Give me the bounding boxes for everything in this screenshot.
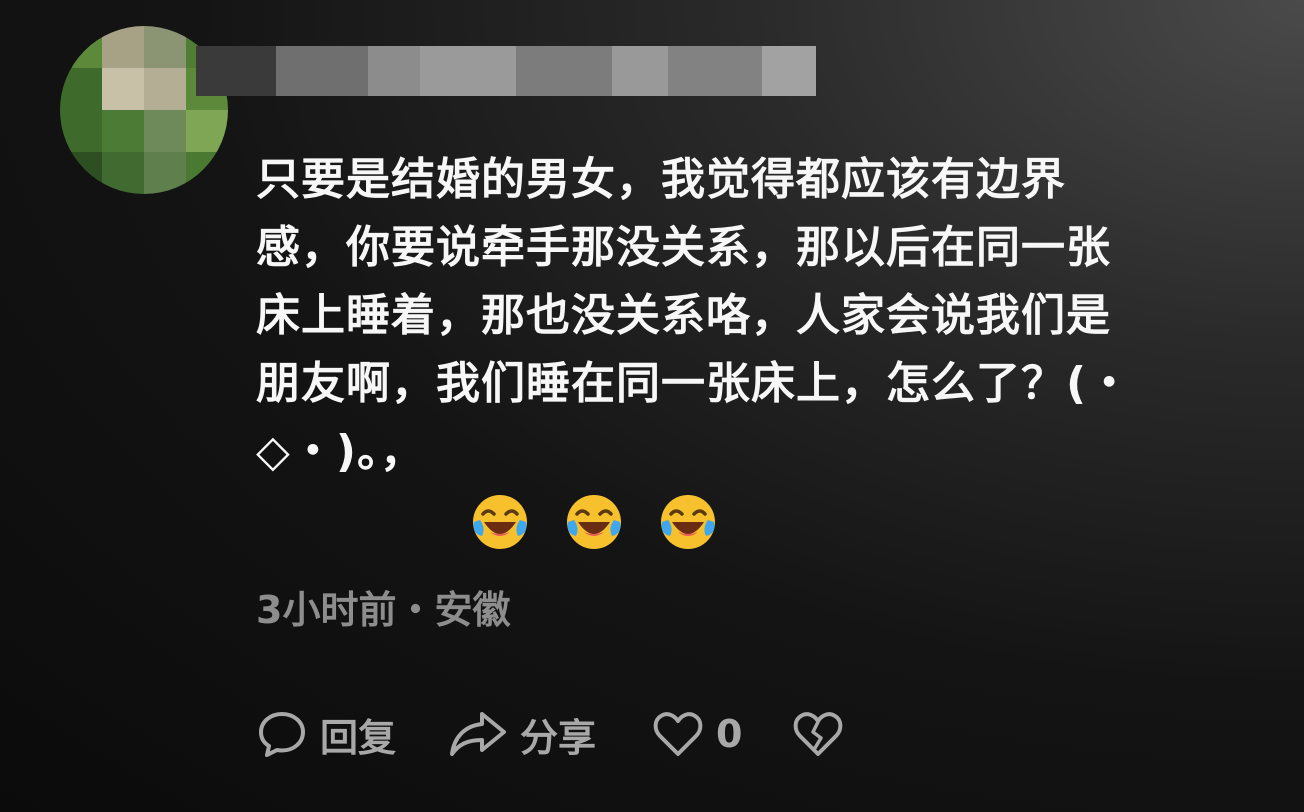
reply-button[interactable]: 回复: [256, 707, 396, 762]
comment-line: 床上睡着，那也没关系咯，人家会说我们是: [256, 290, 1111, 341]
share-arrow-icon: [450, 712, 507, 756]
like-button[interactable]: 0: [652, 708, 742, 760]
username-blurred[interactable]: [196, 46, 816, 96]
laughing-tears-emoji: [473, 495, 527, 549]
comment-text: 只要是结婚的男女，我觉得都应该有边界 感，你要说牵手那没关系，那以后在同一张 床上睡…: [256, 146, 1266, 486]
heart-icon: [653, 712, 703, 756]
comment-card: 只要是结婚的男女，我觉得都应该有边界 感，你要说牵手那没关系，那以后在同一张 床上睡…: [0, 0, 1304, 812]
laughing-tears-emoji: [567, 495, 621, 549]
comment-line: 朋友啊，我们睡在同一张床上，怎么了？(・: [256, 358, 1133, 409]
broken-heart-icon: [794, 712, 843, 756]
comment-line: 感，你要说牵手那没关系，那以后在同一张: [256, 222, 1111, 273]
dislike-button[interactable]: [792, 708, 844, 760]
emoji-row: [470, 492, 718, 552]
speech-bubble-icon: [259, 712, 305, 757]
reply-label: 回复: [320, 715, 397, 760]
share-button[interactable]: 分享: [448, 707, 596, 762]
comment-meta: 3小时前・安徽: [256, 588, 511, 632]
like-count: 0: [716, 712, 743, 756]
comment-line: 只要是结婚的男女，我觉得都应该有边界: [256, 154, 1066, 205]
laughing-tears-emoji: [661, 495, 715, 549]
comment-line: ◇・)。，: [256, 426, 425, 477]
share-label: 分享: [520, 715, 597, 760]
action-bar: 回复 分享 0: [256, 704, 844, 764]
